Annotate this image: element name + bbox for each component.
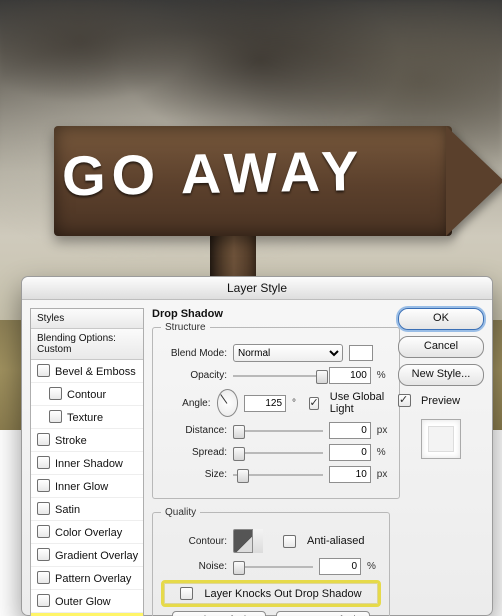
distance-slider[interactable]: [233, 424, 323, 438]
styles-header[interactable]: Styles: [31, 309, 143, 329]
style-item-label: Color Overlay: [55, 527, 122, 539]
style-item-texture[interactable]: Texture: [31, 406, 143, 429]
reset-to-default-button[interactable]: Reset to Default: [276, 611, 370, 616]
opacity-unit: %: [377, 370, 391, 381]
style-item-label: Contour: [67, 389, 106, 401]
style-item-satin[interactable]: Satin: [31, 498, 143, 521]
structure-legend: Structure: [161, 322, 210, 333]
preview-label: Preview: [421, 395, 460, 407]
style-item-checkbox[interactable]: [37, 525, 50, 538]
style-item-checkbox[interactable]: [37, 364, 50, 377]
style-item-bevel-emboss[interactable]: Bevel & Emboss: [31, 360, 143, 383]
style-item-label: Stroke: [55, 435, 87, 447]
styles-list: Styles Blending Options: Custom Bevel & …: [30, 308, 144, 616]
shadow-color-swatch[interactable]: [349, 345, 373, 361]
style-item-label: Inner Shadow: [55, 458, 123, 470]
anti-aliased-label: Anti-aliased: [307, 535, 364, 547]
knockout-checkbox[interactable]: [180, 587, 193, 600]
dialog-buttons: OK Cancel New Style... Preview: [398, 308, 484, 616]
style-item-checkbox[interactable]: [37, 548, 50, 561]
spread-input[interactable]: [329, 444, 371, 461]
distance-input[interactable]: [329, 422, 371, 439]
ok-button[interactable]: OK: [398, 308, 484, 330]
opacity-input[interactable]: [329, 367, 371, 384]
use-global-light-checkbox[interactable]: [309, 397, 319, 410]
size-slider[interactable]: [233, 468, 323, 482]
blending-options-header[interactable]: Blending Options: Custom: [31, 329, 143, 360]
blend-mode-select[interactable]: Normal: [233, 344, 343, 362]
style-item-inner-shadow[interactable]: Inner Shadow: [31, 452, 143, 475]
dialog-title: Layer Style: [22, 277, 492, 300]
distance-unit: px: [377, 425, 391, 436]
preview-checkbox[interactable]: [398, 394, 411, 407]
make-default-button[interactable]: Make Default: [172, 611, 266, 616]
style-item-color-overlay[interactable]: Color Overlay: [31, 521, 143, 544]
sign-text: GO AWAY: [61, 137, 442, 209]
section-title: Drop Shadow: [152, 308, 390, 320]
structure-group: Structure Blend Mode: Normal Opacity: %: [152, 322, 400, 499]
size-input[interactable]: [329, 466, 371, 483]
style-item-label: Satin: [55, 504, 80, 516]
style-item-stroke[interactable]: Stroke: [31, 429, 143, 452]
style-item-label: Gradient Overlay: [55, 550, 138, 562]
style-item-checkbox[interactable]: [37, 502, 50, 515]
opacity-label: Opacity:: [161, 370, 227, 381]
quality-legend: Quality: [161, 507, 200, 518]
style-item-label: Pattern Overlay: [55, 573, 131, 585]
contour-picker[interactable]: [233, 529, 263, 553]
use-global-light-label: Use Global Light: [330, 391, 391, 415]
layer-style-dialog: Layer Style Styles Blending Options: Cus…: [21, 276, 493, 616]
spread-slider[interactable]: [233, 446, 323, 460]
opacity-slider[interactable]: [233, 369, 323, 383]
spread-label: Spread:: [161, 447, 227, 458]
style-item-gradient-overlay[interactable]: Gradient Overlay: [31, 544, 143, 567]
style-item-inner-glow[interactable]: Inner Glow: [31, 475, 143, 498]
drop-shadow-panel: Drop Shadow Structure Blend Mode: Normal…: [152, 308, 390, 616]
blend-mode-label: Blend Mode:: [161, 348, 227, 359]
style-item-contour[interactable]: Contour: [31, 383, 143, 406]
knockout-highlight: Layer Knocks Out Drop Shadow: [161, 580, 381, 607]
spread-unit: %: [377, 447, 391, 458]
size-label: Size:: [161, 469, 227, 480]
style-item-pattern-overlay[interactable]: Pattern Overlay: [31, 567, 143, 590]
style-item-checkbox[interactable]: [49, 410, 62, 423]
cancel-button[interactable]: Cancel: [398, 336, 484, 358]
quality-group: Quality Contour: Anti-aliased Noise: %: [152, 507, 390, 616]
style-item-label: Outer Glow: [55, 596, 111, 608]
angle-unit: °: [292, 398, 303, 409]
noise-unit: %: [367, 561, 381, 572]
style-item-label: Inner Glow: [55, 481, 108, 493]
contour-label: Contour:: [161, 536, 227, 547]
style-item-label: Texture: [67, 412, 103, 424]
style-item-label: Bevel & Emboss: [55, 366, 136, 378]
angle-input[interactable]: [244, 395, 286, 412]
style-item-checkbox[interactable]: [37, 594, 50, 607]
noise-label: Noise:: [161, 561, 227, 572]
angle-dial[interactable]: [217, 389, 239, 417]
style-item-checkbox[interactable]: [37, 479, 50, 492]
preview-thumbnail: [421, 419, 461, 459]
noise-slider[interactable]: [233, 560, 313, 574]
style-item-checkbox[interactable]: [49, 387, 62, 400]
style-item-checkbox[interactable]: [37, 433, 50, 446]
distance-label: Distance:: [161, 425, 227, 436]
size-unit: px: [377, 469, 391, 480]
angle-label: Angle:: [161, 398, 211, 409]
anti-aliased-checkbox[interactable]: [283, 535, 296, 548]
style-item-outer-glow[interactable]: Outer Glow: [31, 590, 143, 613]
new-style-button[interactable]: New Style...: [398, 364, 484, 386]
style-item-checkbox[interactable]: [37, 571, 50, 584]
noise-input[interactable]: [319, 558, 361, 575]
knockout-label: Layer Knocks Out Drop Shadow: [204, 588, 361, 600]
style-item-checkbox[interactable]: [37, 456, 50, 469]
